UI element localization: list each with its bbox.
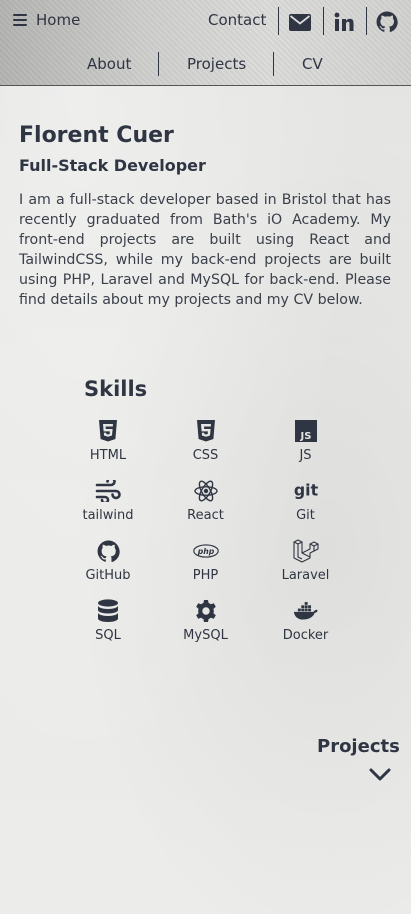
database-icon [95,598,121,624]
svg-text:php: php [196,547,214,556]
git-icon: git [293,478,319,504]
skill-git: git Git [253,478,358,538]
skill-laravel: Laravel [253,538,358,598]
skill-label: React [187,508,224,523]
developer-role: Full-Stack Developer [19,156,206,175]
skill-html: HTML [58,418,158,478]
nav-cv[interactable]: CV [302,55,323,73]
skill-label: JS [299,448,312,463]
svg-text:JS: JS [299,431,311,442]
skill-docker: Docker [253,598,358,658]
github-icon[interactable] [375,10,399,34]
skill-label: MySQL [183,628,228,643]
header-divider [366,7,367,35]
skill-tailwind: tailwind [58,478,158,538]
skill-label: SQL [95,628,121,643]
skill-mysql: MySQL [158,598,253,658]
svg-text:git: git [293,481,318,500]
nav-divider [158,52,159,76]
skills-grid: HTML CSS JS JS tailwind React git Git Gi… [58,418,358,658]
skill-label: GitHub [85,568,131,583]
html5-icon [95,418,121,444]
skill-css: CSS [158,418,253,478]
header-divider [278,7,279,35]
laravel-icon [292,538,319,564]
home-label: Home [36,11,81,29]
developer-name: Florent Cuer [19,123,174,148]
email-icon[interactable] [288,10,312,34]
skills-heading: Skills [84,377,148,401]
php-icon: php [192,538,219,564]
nav-projects[interactable]: Projects [187,55,246,73]
skill-js: JS JS [253,418,358,478]
gear-icon [193,598,219,624]
header-divider [323,7,324,35]
home-link[interactable]: Home [13,11,80,29]
skill-label: Git [296,508,315,523]
skill-label: Docker [282,628,329,643]
contact-link[interactable]: Contact [208,11,266,29]
github-icon [95,538,121,564]
css3-icon [193,418,219,444]
skill-label: CSS [192,448,219,463]
skill-php: php PHP [158,538,253,598]
header-secondary-row: About Projects CV [0,43,411,85]
header-primary-row: Home Contact [0,0,411,43]
js-icon: JS [293,418,319,444]
skill-label: PHP [192,568,219,583]
skill-label: tailwind [82,508,134,523]
nav-about[interactable]: About [87,55,131,73]
skill-label: Laravel [281,568,330,583]
top-navigation: Home Contact About Projects CV [0,0,411,86]
skill-github: GitHub [58,538,158,598]
linkedin-icon[interactable] [332,10,356,34]
projects-section-link[interactable]: Projects [317,736,400,757]
skill-react: React [158,478,253,538]
bio-paragraph: I am a full-stack developer based in Bri… [19,192,391,308]
docker-icon [293,598,319,624]
menu-icon [13,14,27,26]
nav-divider [273,52,274,76]
tailwind-icon [95,478,121,504]
skill-label: HTML [89,448,127,463]
chevron-down-icon[interactable] [368,766,392,784]
skill-sql: SQL [58,598,158,658]
react-icon [193,478,219,504]
